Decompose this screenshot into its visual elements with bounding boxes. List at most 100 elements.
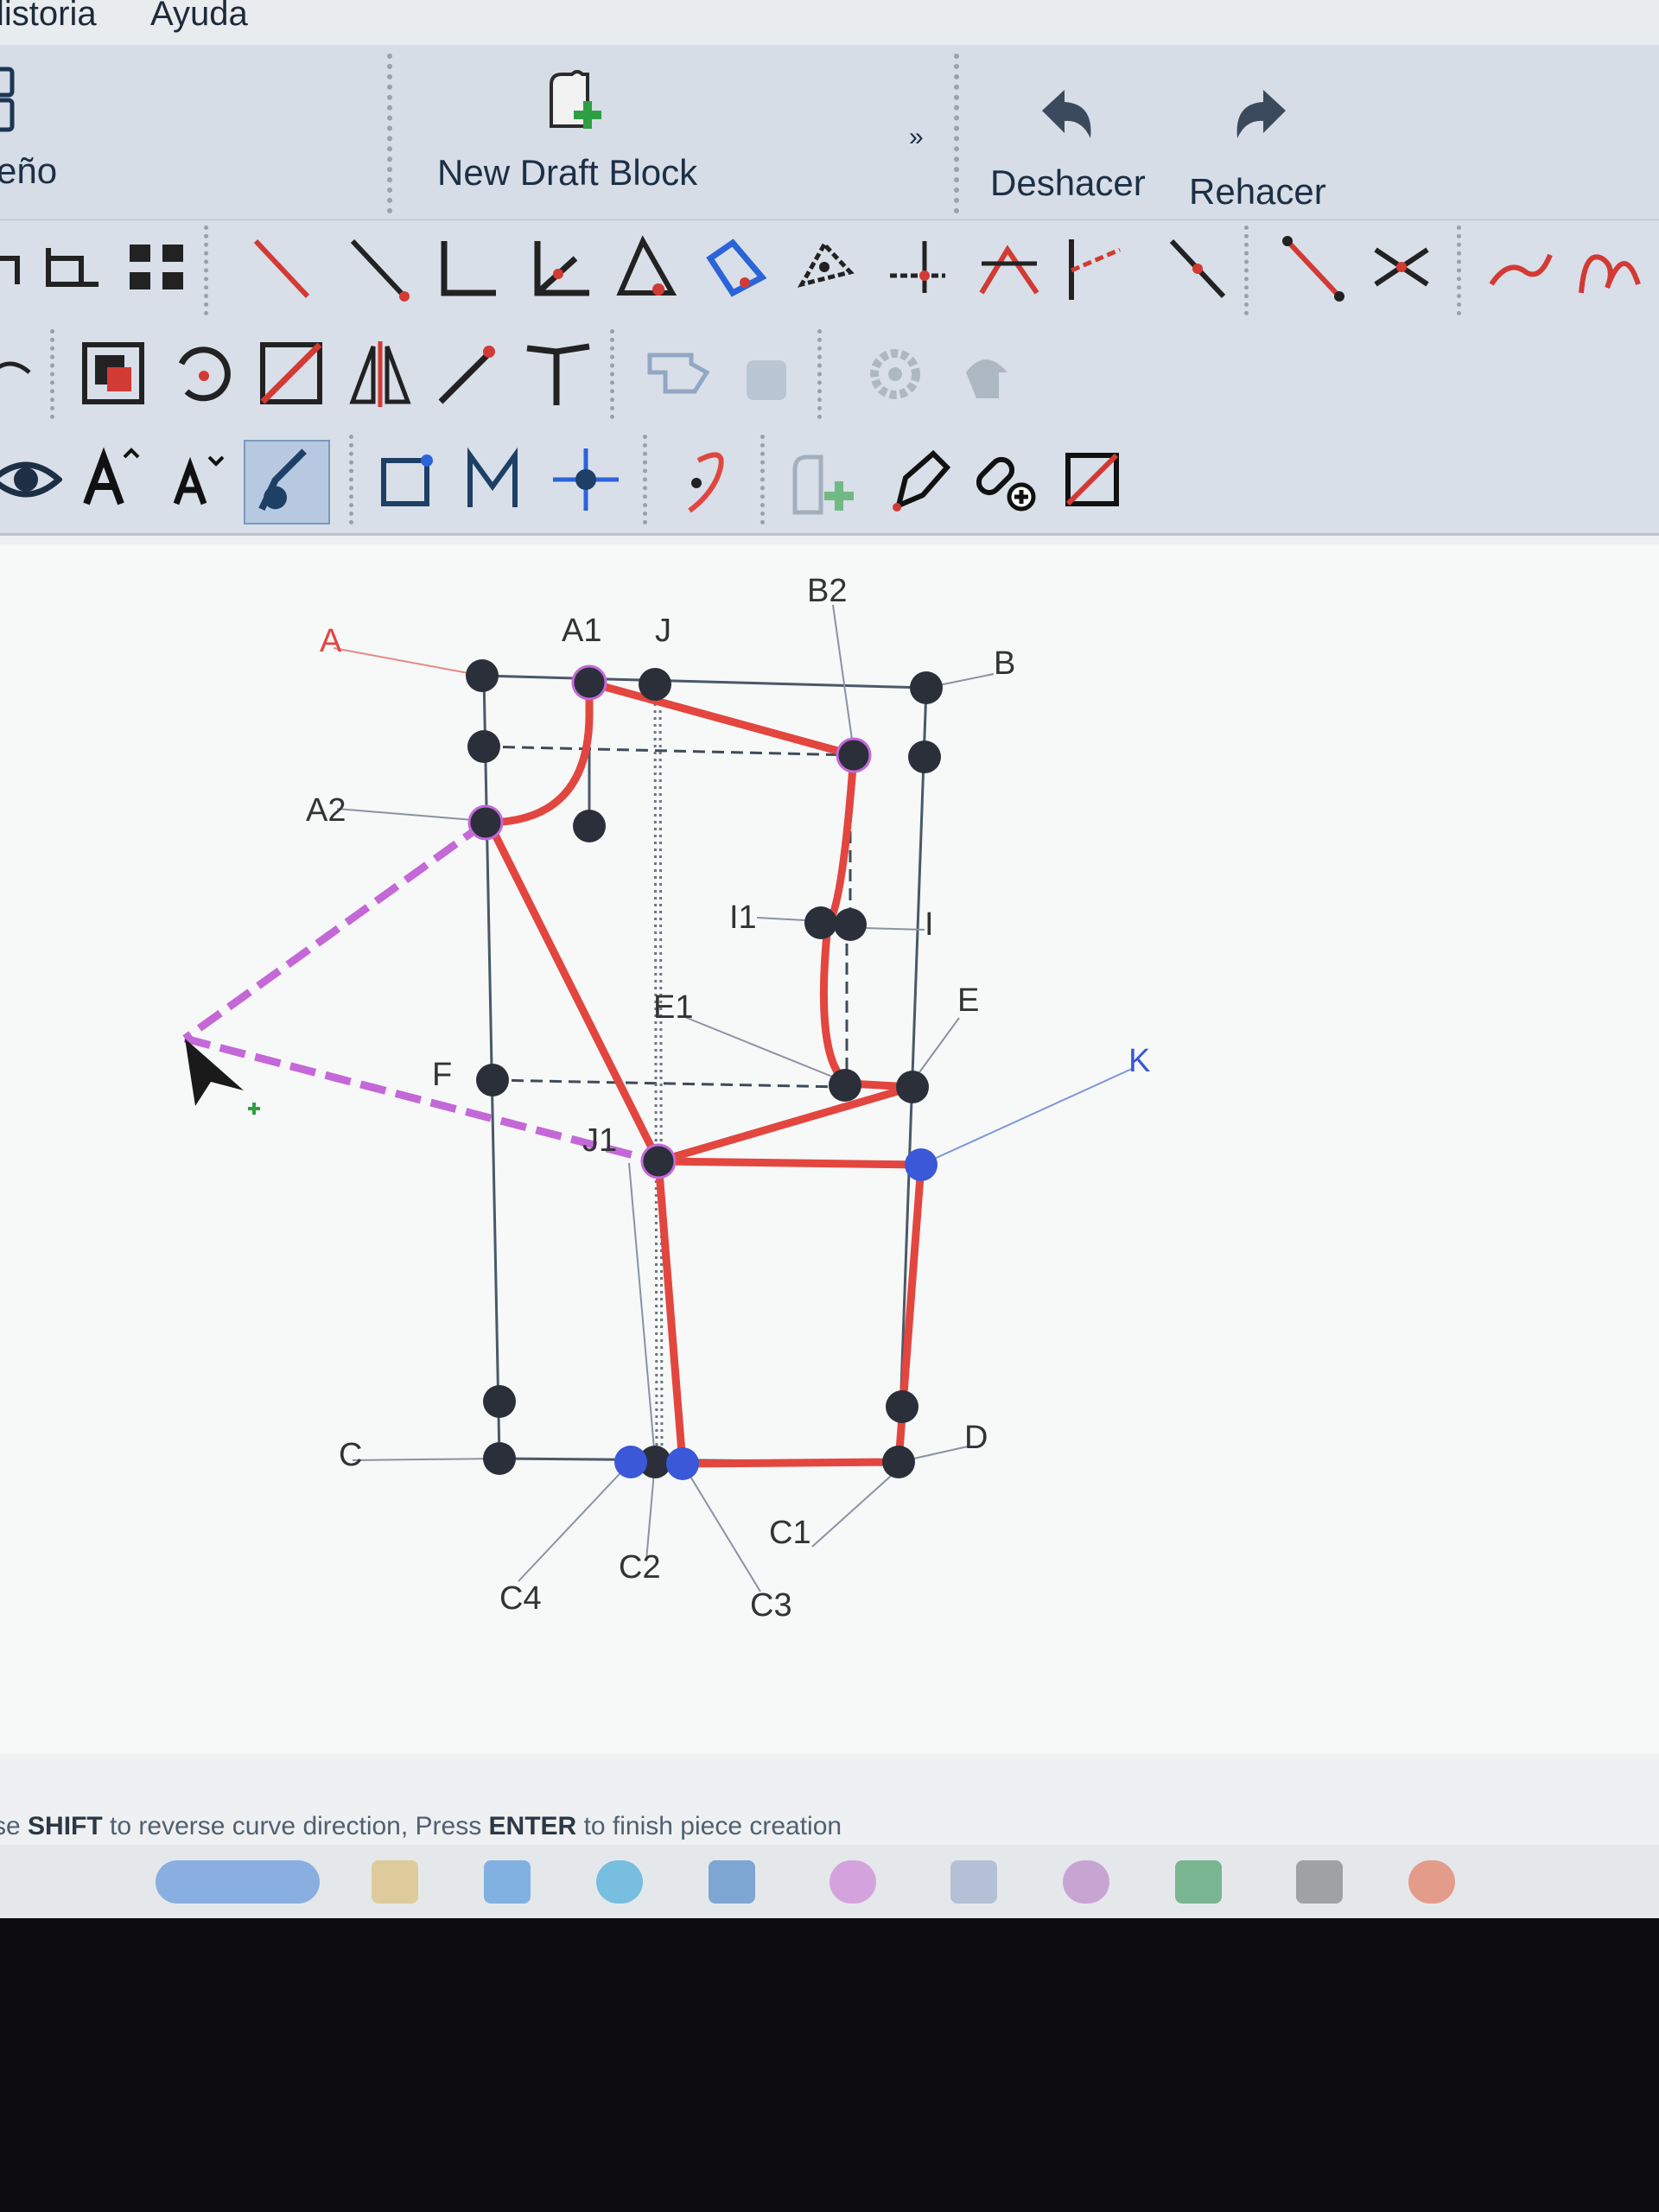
label-A1: A1: [562, 613, 601, 649]
tool-piece-box-icon[interactable]: [373, 443, 446, 516]
tool-curve-intersect-axis-icon[interactable]: [1059, 232, 1132, 305]
toolbar-tools-row1: [0, 220, 1659, 327]
tool-move-icon[interactable]: [78, 338, 150, 410]
taskbar-outlook-icon[interactable]: [709, 1860, 755, 1904]
tool-segment-icon[interactable]: [1163, 232, 1236, 305]
label-B2: B2: [807, 573, 847, 609]
tool-line-between-icon[interactable]: [344, 232, 416, 305]
tool-settings-icon[interactable]: [859, 338, 931, 410]
label-C2: C2: [619, 1549, 661, 1586]
tool-point-of-contact-icon[interactable]: [698, 232, 771, 305]
tool-shoulder-point-icon[interactable]: [608, 232, 681, 305]
undo-icon[interactable]: [1033, 85, 1103, 154]
menu-historia[interactable]: listoria: [0, 0, 97, 34]
toolbar-separator: [204, 226, 213, 315]
tool-internal-path-icon[interactable]: [458, 443, 531, 516]
new-draft-block-icon[interactable]: [539, 66, 608, 143]
tool-rotation-icon[interactable]: [166, 338, 238, 410]
decrease-label-font-icon[interactable]: [161, 443, 233, 516]
label-D: D: [964, 1420, 988, 1456]
tool-triangle-icon[interactable]: [790, 232, 862, 305]
label-I1: I1: [729, 899, 757, 936]
design-mode-label[interactable]: eño: [0, 150, 57, 192]
toolbar-separator: [643, 435, 652, 524]
dotted-construction-lines: [653, 682, 664, 1459]
label-A: A: [320, 623, 342, 659]
taskbar-app-icon[interactable]: [950, 1860, 997, 1904]
taskbar-edge-icon[interactable]: [596, 1860, 643, 1904]
toggle-point-label-icon[interactable]: [244, 440, 330, 524]
tool-layout-icon[interactable]: [1056, 443, 1128, 516]
taskbar-chrome-icon[interactable]: [1408, 1860, 1455, 1904]
taskbar-store-icon[interactable]: [484, 1860, 531, 1904]
tool-flipping-line-icon[interactable]: [256, 338, 328, 410]
ribbon-overflow-button[interactable]: »: [909, 123, 924, 152]
label-K: K: [1128, 1043, 1150, 1079]
label-C1: C1: [769, 1515, 811, 1551]
app-window: listoria Ayuda eño New Draft Block » Des…: [0, 0, 1659, 1918]
ribbon: eño New Draft Block » Deshacer Rehacer: [0, 45, 1659, 222]
tool-group-points-icon[interactable]: [121, 232, 194, 305]
label-E: E: [957, 982, 979, 1019]
redo-icon[interactable]: [1225, 85, 1294, 154]
tool-curve-icon[interactable]: [1483, 232, 1555, 305]
design-mode-icon[interactable]: [0, 62, 22, 140]
os-taskbar: [0, 1845, 1659, 1918]
tool-height-icon[interactable]: [881, 232, 954, 305]
label-A2: A2: [306, 792, 346, 829]
tool-line-intersect-icon[interactable]: [1365, 232, 1438, 305]
tool-pen-icon[interactable]: [885, 443, 957, 516]
label-B: B: [994, 645, 1015, 682]
tool-point-icon[interactable]: [0, 232, 38, 305]
label-C4: C4: [499, 1580, 542, 1617]
tool-bisector-icon[interactable]: [524, 232, 596, 305]
tool-detail-icon[interactable]: [643, 338, 715, 410]
tool-passmark-icon[interactable]: [671, 443, 743, 516]
toolbar-separator: [50, 329, 60, 419]
tool-line-icon[interactable]: [247, 232, 320, 305]
label-J: J: [655, 613, 671, 649]
tool-arc-icon[interactable]: [0, 338, 38, 410]
tool-link-add-icon[interactable]: [968, 443, 1040, 516]
redo-button[interactable]: Rehacer: [1189, 171, 1326, 213]
pattern-draft[interactable]: A A1 J B B2 A2 I1 I E1 E F K J1 C D C1 C…: [0, 544, 1659, 1754]
draft-points[interactable]: [466, 659, 943, 1478]
undo-button[interactable]: Deshacer: [990, 162, 1146, 204]
label-C: C: [339, 1437, 362, 1473]
toolbar-separator: [610, 329, 620, 419]
menu-ayuda[interactable]: Ayuda: [150, 0, 248, 34]
tool-point-along-icon[interactable]: [38, 232, 111, 305]
label-E1: E1: [653, 989, 693, 1026]
status-message: se SHIFT to reverse curve direction, Pre…: [0, 1812, 842, 1840]
taskbar-copilot-icon[interactable]: [830, 1860, 876, 1904]
menu-bar: listoria Ayuda: [0, 0, 1659, 45]
toolbar-separator: [349, 435, 359, 524]
tool-union-icon[interactable]: [731, 338, 804, 410]
taskbar-excel-icon[interactable]: [1175, 1860, 1222, 1904]
toggle-visibility-icon[interactable]: [0, 443, 64, 516]
tool-line-segment-icon[interactable]: [1279, 232, 1351, 305]
tool-line-intersect-axis-icon[interactable]: [973, 232, 1046, 305]
increase-label-font-icon[interactable]: [74, 443, 147, 516]
tool-move-point-icon[interactable]: [432, 338, 505, 410]
tool-export-icon[interactable]: [950, 338, 1023, 410]
taskbar-seamly-icon[interactable]: [1296, 1860, 1343, 1904]
tool-spline-path-icon[interactable]: [1573, 232, 1645, 305]
toolbar-separator: [760, 435, 770, 524]
label-F: F: [432, 1057, 452, 1093]
taskbar-paint-icon[interactable]: [1063, 1860, 1109, 1904]
tool-new-detail-icon[interactable]: [786, 443, 859, 516]
toolbar-separator: [1457, 226, 1466, 315]
tool-true-darts-icon[interactable]: [522, 338, 594, 410]
tool-flipping-axis-icon[interactable]: [344, 338, 416, 410]
drawing-canvas[interactable]: A A1 J B B2 A2 I1 I E1 E F K J1 C D C1 C…: [0, 544, 1659, 1754]
label-J1: J1: [582, 1122, 617, 1159]
toolbar-tools-row3: [0, 428, 1659, 536]
construction-lines: [481, 674, 928, 1464]
piece-outline-lower[interactable]: [654, 1157, 925, 1468]
taskbar-explorer-icon[interactable]: [372, 1860, 418, 1904]
tool-pin-icon[interactable]: [550, 443, 622, 516]
taskbar-widget-icon[interactable]: [156, 1860, 320, 1904]
tool-normal-icon[interactable]: [430, 232, 503, 305]
new-draft-block-button[interactable]: New Draft Block: [437, 152, 697, 194]
